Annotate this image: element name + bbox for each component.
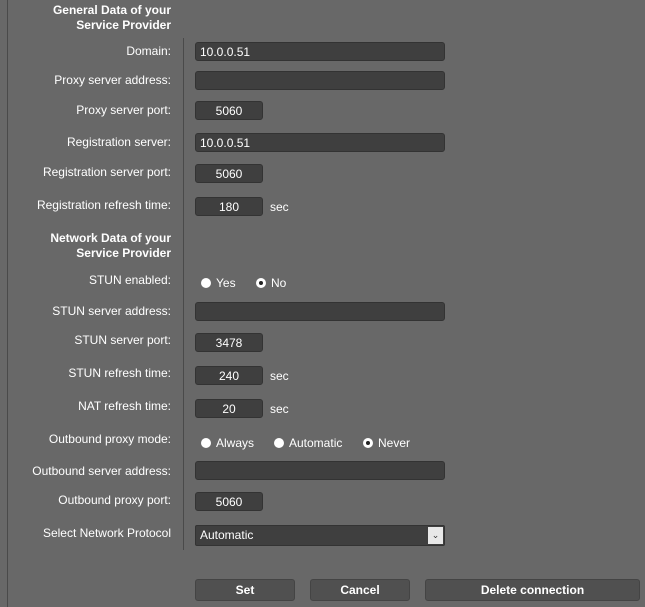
outbound-port-input[interactable] xyxy=(195,492,263,511)
stun-refresh-label: STUN refresh time: xyxy=(68,366,171,380)
stun-port-label: STUN server port: xyxy=(74,333,171,347)
selected-value: Automatic xyxy=(200,528,254,542)
title-line: Service Provider xyxy=(76,18,171,32)
radio-icon xyxy=(201,438,211,448)
outbound-port-label: Outbound proxy port: xyxy=(58,493,171,507)
proxy-address-input[interactable] xyxy=(195,71,445,90)
protocol-select[interactable]: Automatic ⌄ xyxy=(195,525,445,546)
radio-label: Always xyxy=(216,436,255,450)
radio-icon xyxy=(274,438,284,448)
reg-refresh-label: Registration refresh time: xyxy=(36,198,171,212)
stun-no-radio[interactable]: No xyxy=(256,276,286,290)
network-section-title: Network Data of your Service Provider xyxy=(0,231,171,261)
radio-label: Never xyxy=(378,436,411,450)
set-button[interactable]: Set xyxy=(195,579,295,601)
reg-server-label: Registration server: xyxy=(66,135,171,149)
stun-refresh-input[interactable] xyxy=(195,366,263,385)
title-line: Service Provider xyxy=(76,246,171,260)
domain-input[interactable] xyxy=(195,42,445,61)
proxy-port-label: Proxy server port: xyxy=(76,103,171,117)
stun-port-input[interactable] xyxy=(195,333,263,352)
column-divider xyxy=(183,38,184,550)
outbound-automatic-radio[interactable]: Automatic xyxy=(274,436,342,450)
sec-unit: sec xyxy=(270,369,289,383)
reg-port-label: Registration server port: xyxy=(42,165,171,179)
delete-connection-button[interactable]: Delete connection xyxy=(425,579,640,601)
title-line: General Data of your xyxy=(52,3,171,17)
outbound-address-input[interactable] xyxy=(195,461,445,480)
chevron-down-icon[interactable]: ⌄ xyxy=(428,527,443,544)
outbound-always-radio[interactable]: Always xyxy=(201,436,254,450)
reg-server-input[interactable] xyxy=(195,133,445,152)
reg-refresh-input[interactable] xyxy=(195,197,263,216)
reg-port-input[interactable] xyxy=(195,164,263,183)
radio-selected-icon xyxy=(363,438,373,448)
cancel-button[interactable]: Cancel xyxy=(310,579,410,601)
outbound-address-label: Outbound server address: xyxy=(32,464,171,478)
nat-refresh-label: NAT refresh time: xyxy=(78,399,171,413)
protocol-label: Select Network Protocol xyxy=(42,526,171,540)
stun-address-input[interactable] xyxy=(195,302,445,321)
sec-unit: sec xyxy=(270,200,289,214)
radio-label: No xyxy=(271,276,287,290)
nat-refresh-input[interactable] xyxy=(195,399,263,418)
radio-selected-icon xyxy=(256,278,266,288)
general-section-title: General Data of your Service Provider xyxy=(0,3,171,33)
domain-label: Domain: xyxy=(126,44,171,58)
stun-enabled-label: STUN enabled: xyxy=(88,273,171,287)
title-line: Network Data of your xyxy=(50,231,171,245)
proxy-port-input[interactable] xyxy=(195,101,263,120)
radio-icon xyxy=(201,278,211,288)
stun-yes-radio[interactable]: Yes xyxy=(201,276,236,290)
outbound-never-radio[interactable]: Never xyxy=(363,436,410,450)
radio-label: Yes xyxy=(216,276,236,290)
sec-unit: sec xyxy=(270,402,289,416)
outbound-mode-label: Outbound proxy mode: xyxy=(48,432,171,446)
proxy-address-label: Proxy server address: xyxy=(54,73,171,87)
radio-label: Automatic xyxy=(289,436,343,450)
stun-address-label: STUN server address: xyxy=(52,304,171,318)
